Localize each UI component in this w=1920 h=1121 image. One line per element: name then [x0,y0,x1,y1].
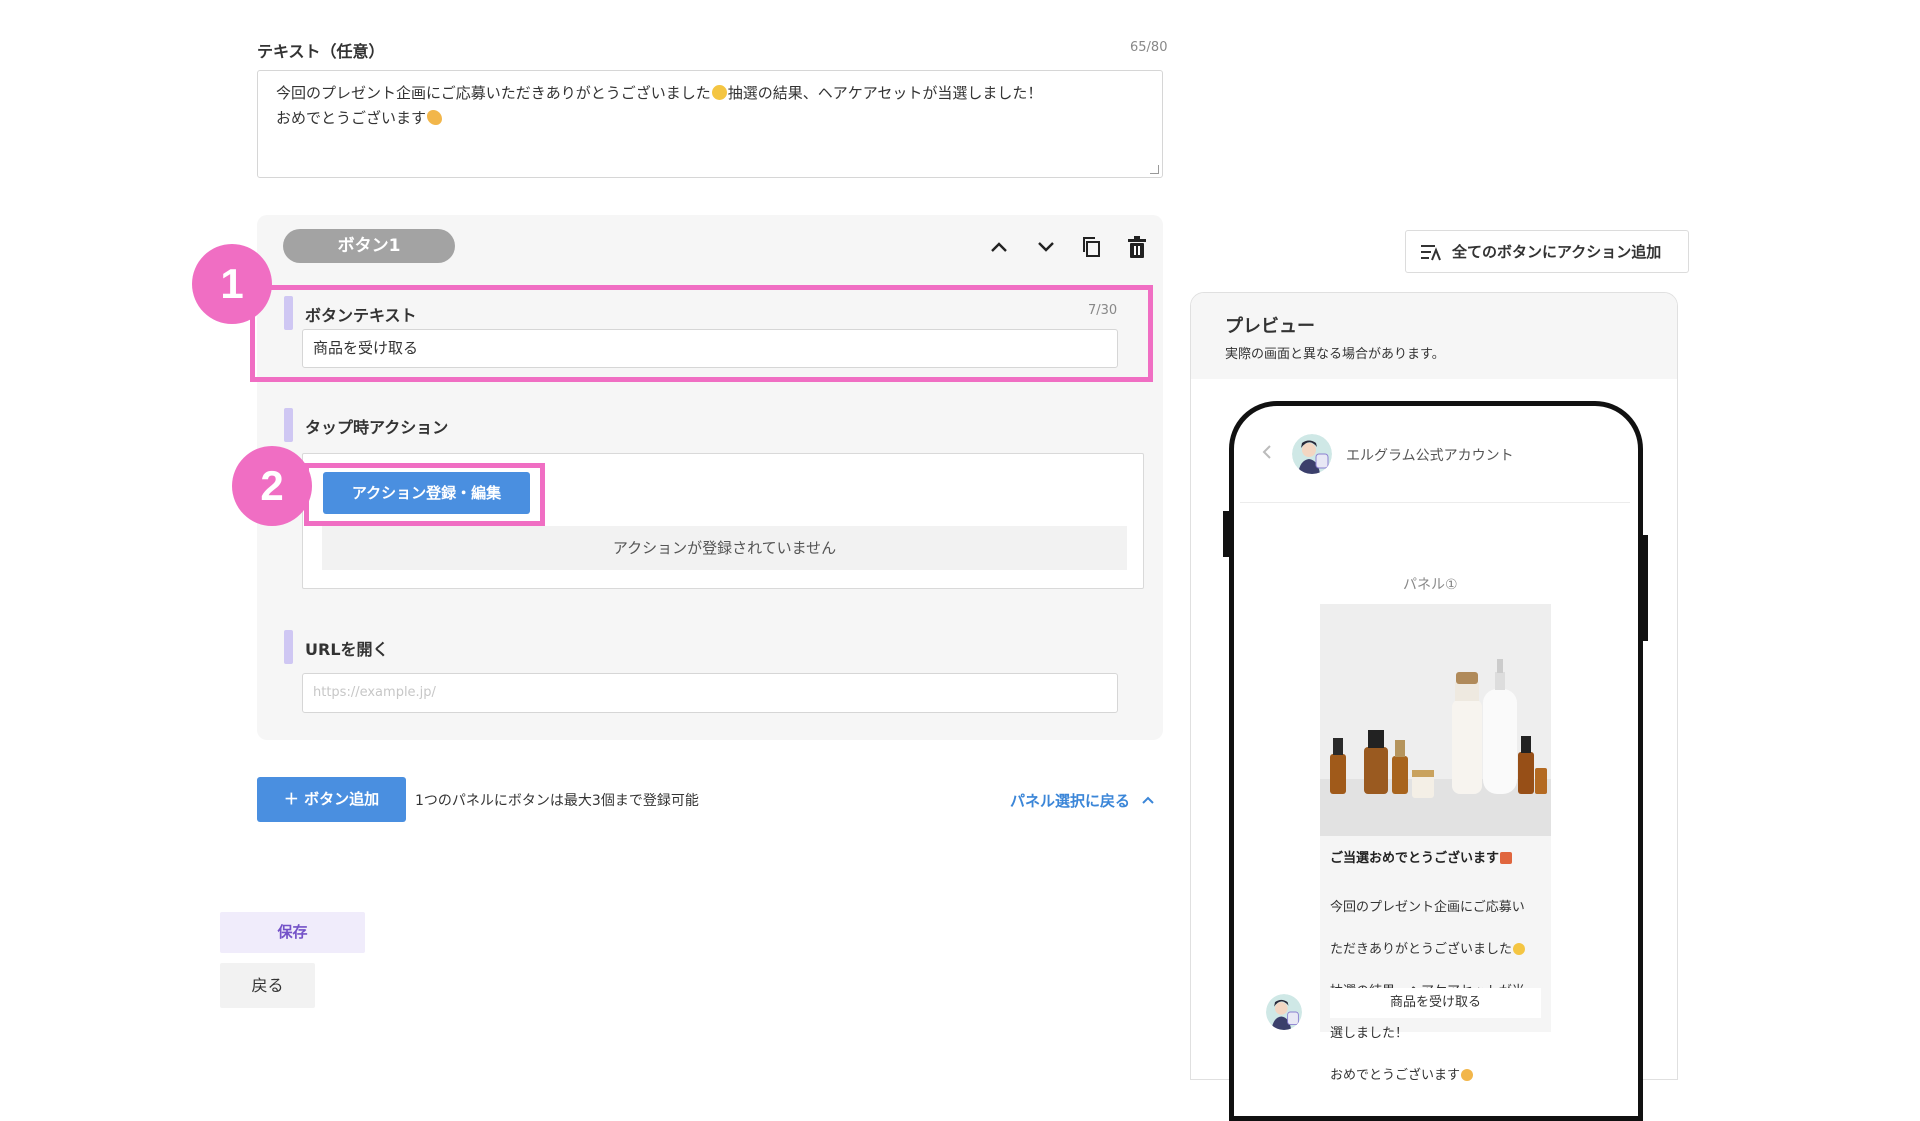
chat-header-divider [1240,502,1630,503]
step-badge-2: 2 [232,446,312,526]
card-action-button[interactable]: 商品を受け取る [1330,988,1541,1018]
card-line-2: ただきありがとうございました [1330,942,1513,957]
chevron-down-icon[interactable] [1031,232,1061,262]
phone-side-button [1641,535,1648,641]
card-title: ご当選おめでとうございます [1330,847,1513,866]
add-button-button[interactable]: ＋ ボタン追加 [257,777,406,822]
smile-emoji-icon [711,85,727,100]
panel-label: パネル① [1403,577,1458,593]
chevron-left-icon[interactable] [1262,444,1272,464]
chevron-up-icon [1142,796,1154,804]
text-field-label: テキスト（任意） [257,42,385,61]
add-action-all-label: 全てのボタンにアクション追加 [1452,243,1662,261]
list-add-icon [1421,244,1441,260]
url-section-title: URLを開く [305,640,389,659]
add-action-all-buttons-button[interactable]: 全てのボタンにアクション追加 [1405,230,1689,273]
preview-title: プレビュー [1225,316,1315,337]
button-tab-pill[interactable]: ボタン1 [283,229,455,263]
card-line-1: 今回のプレゼント企画にご応募い [1330,900,1525,915]
textarea-line1: 今回のプレゼント企画にご応募いただきありがとうございました [276,84,711,102]
tap-action-title: タップ時アクション [305,418,449,437]
smile-emoji-icon [1513,943,1526,955]
section-accent-bar [284,408,293,442]
preview-subtitle: 実際の画面と異なる場合があります。 [1225,347,1445,362]
button-limit-note: 1つのパネルにボタンは最大3個まで登録可能 [415,793,699,809]
back-to-panel-label: パネル選択に戻る [1010,792,1131,810]
chevron-up-icon[interactable] [984,232,1014,262]
back-button[interactable]: 戻る [220,963,315,1008]
no-action-message: アクションが登録されていません [322,526,1127,570]
trash-icon[interactable] [1122,232,1152,262]
url-input[interactable]: https://example.jp/ [302,673,1118,713]
gift-emoji-icon [1500,852,1513,864]
message-textarea[interactable]: 今回のプレゼント企画にご応募いただきありがとうございました 抽選の結果、ヘアケアセ… [257,70,1163,178]
clap-emoji-icon [1461,1069,1474,1081]
copy-icon[interactable] [1076,232,1106,262]
highlight-box-2 [304,463,545,526]
save-button[interactable]: 保存 [220,912,365,953]
phone-side-button [1223,511,1230,557]
resize-handle-icon[interactable] [1150,165,1159,174]
account-name: エルグラム公式アカウント [1346,448,1514,464]
back-to-panel-link[interactable]: パネル選択に戻る [1010,790,1155,811]
textarea-line1-after: 抽選の結果、ヘアケアセットが当選しました！ [727,84,1043,102]
card-line-5: おめでとうございます [1330,1068,1461,1083]
step-badge-1: 1 [192,244,272,324]
account-avatar [1292,434,1332,474]
card-title-text: ご当選おめでとうございます [1330,851,1500,866]
text-char-counter: 65/80 [1130,40,1168,55]
textarea-line2: おめでとうございます [276,109,427,127]
account-avatar [1266,994,1302,1030]
highlight-box-1 [250,285,1153,382]
section-accent-bar [284,630,293,664]
clap-emoji-icon [427,110,443,125]
card-line-4: 選しました！ [1330,1026,1409,1041]
product-image [1320,604,1551,836]
